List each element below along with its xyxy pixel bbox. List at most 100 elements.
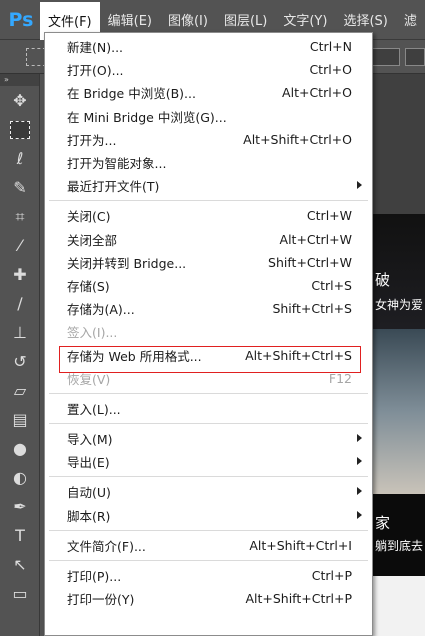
file-menu-item[interactable]: 打开(O)... Ctrl+O: [45, 58, 372, 81]
menu-item-shortcut: Ctrl+N: [309, 39, 352, 55]
menu-item-label: 打印一份(Y): [67, 592, 135, 608]
file-menu-dropdown: 新建(N)... Ctrl+N 打开(O)... Ctrl+O 在 Bridge 中浏览…: [44, 32, 373, 636]
menu-item-label: 导入(M): [67, 432, 113, 448]
file-menu-item[interactable]: 在 Bridge 中浏览(B)... Alt+Ctrl+O: [45, 81, 372, 104]
menu-separator: [49, 392, 368, 394]
file-menu-item[interactable]: 导入(M): [45, 427, 372, 450]
marquee-tool-icon-glyph: [10, 120, 30, 139]
file-menu-item[interactable]: 打开为... Alt+Shift+Ctrl+O: [45, 128, 372, 151]
menu-item-shortcut: Alt+Ctrl+O: [282, 85, 352, 101]
file-menu-item[interactable]: 自动(U): [45, 480, 372, 503]
clone-stamp-tool-icon-glyph: ⊥: [13, 323, 27, 342]
canvas-text-2: 女神为爱: [375, 298, 424, 312]
menu-item-label: 存储(S): [67, 278, 110, 294]
file-menu-item[interactable]: 存储为(A)... Shift+Ctrl+S: [45, 297, 372, 320]
quick-select-tool-icon-glyph: ✎: [13, 178, 27, 197]
file-menu-item[interactable]: 新建(N)... Ctrl+N: [45, 35, 372, 58]
menu-item-label: 签入(I)...: [67, 325, 118, 341]
canvas-background: [372, 74, 425, 214]
menu-item-shortcut: Alt+Shift+Ctrl+S: [245, 347, 352, 363]
menu-item-shortcut: Ctrl+O: [309, 62, 352, 78]
history-brush-tool-icon-glyph: ↺: [13, 352, 27, 371]
menu-item-label: 脚本(R): [67, 508, 111, 524]
blur-tool-icon[interactable]: ●: [0, 434, 40, 463]
tools-panel-collapse[interactable]: »: [0, 74, 39, 86]
menu-item-label: 打开为...: [67, 132, 117, 148]
crop-tool-icon[interactable]: ⌗: [0, 202, 40, 231]
file-menu-item[interactable]: 脚本(R): [45, 504, 372, 527]
photo-white-bottom: [372, 576, 425, 636]
options-field[interactable]: [370, 48, 400, 66]
eraser-tool-icon[interactable]: ▱: [0, 376, 40, 405]
file-menu-item[interactable]: 置入(L)...: [45, 397, 372, 420]
move-tool-icon-glyph: ✥: [13, 91, 27, 110]
menu-item-shortcut: Ctrl+W: [306, 208, 352, 224]
menu-item-label: 在 Bridge 中浏览(B)...: [67, 86, 196, 102]
menu-item-label: 关闭(C): [67, 209, 111, 225]
menu-item-shortcut: Shift+Ctrl+W: [268, 254, 352, 270]
canvas-text-4: 躺到底去: [375, 539, 424, 553]
eyedropper-tool-icon[interactable]: ⁄: [0, 231, 40, 260]
file-menu-item[interactable]: 最近打开文件(T): [45, 174, 372, 197]
file-menu-item[interactable]: 在 Mini Bridge 中浏览(G)...: [45, 105, 372, 128]
eyedropper-tool-icon-glyph: ⁄: [18, 236, 22, 255]
history-brush-tool-icon[interactable]: ↺: [0, 347, 40, 376]
quick-select-tool-icon[interactable]: ✎: [0, 173, 40, 202]
file-menu-item[interactable]: 打印一份(Y) Alt+Shift+Ctrl+P: [45, 587, 372, 610]
brush-tool-icon[interactable]: ∕: [0, 289, 40, 318]
path-select-tool-icon-glyph: ↖: [13, 555, 27, 574]
file-menu-item[interactable]: 存储(S) Ctrl+S: [45, 274, 372, 297]
rectangle-tool-icon[interactable]: ▭: [0, 579, 40, 608]
menu-item-label: 打开(O)...: [67, 63, 124, 79]
photo-portrait: [372, 329, 425, 494]
menu-item-6[interactable]: 滤: [396, 3, 425, 37]
menu-item-shortcut: Ctrl+P: [311, 568, 352, 584]
submenu-arrow-icon: [357, 457, 362, 466]
photo-dark-bottom: [372, 494, 425, 576]
menu-item-shortcut: Alt+Shift+Ctrl+O: [243, 131, 352, 147]
menu-item-shortcut: Shift+Ctrl+S: [272, 301, 352, 317]
menu-item-shortcut: Ctrl+S: [311, 277, 352, 293]
file-menu-item[interactable]: 存储为 Web 所用格式... Alt+Shift+Ctrl+S: [45, 343, 372, 366]
clone-stamp-tool-icon[interactable]: ⊥: [0, 318, 40, 347]
marquee-option-icon[interactable]: [26, 48, 46, 66]
menu-separator: [49, 529, 368, 531]
type-tool-icon[interactable]: T: [0, 521, 40, 550]
lasso-tool-icon[interactable]: ℓ: [0, 144, 40, 173]
menu-item-label: 关闭全部: [67, 232, 118, 248]
file-menu-item[interactable]: 关闭(C) Ctrl+W: [45, 204, 372, 227]
submenu-arrow-icon: [357, 487, 362, 496]
menu-item-label: 存储为(A)...: [67, 302, 135, 318]
menu-item-label: 自动(U): [67, 485, 111, 501]
gradient-tool-icon[interactable]: ▤: [0, 405, 40, 434]
menu-item-shortcut: Alt+Ctrl+W: [279, 231, 352, 247]
dodge-tool-icon[interactable]: ◐: [0, 463, 40, 492]
photoshop-logo: Ps: [8, 8, 34, 31]
crop-tool-icon-glyph: ⌗: [15, 206, 25, 226]
document-canvas[interactable]: 破 女神为爱 家 躺到底去: [372, 74, 425, 636]
pen-tool-icon[interactable]: ✒: [0, 492, 40, 521]
marquee-tool-icon[interactable]: [0, 115, 40, 144]
file-menu-item[interactable]: 关闭全部 Alt+Ctrl+W: [45, 228, 372, 251]
menu-item-label: 文件简介(F)...: [67, 538, 146, 554]
options-field-2[interactable]: [405, 48, 425, 66]
file-menu-item[interactable]: 文件简介(F)... Alt+Shift+Ctrl+I: [45, 534, 372, 557]
blur-tool-icon-glyph: ●: [13, 439, 27, 458]
move-tool-icon[interactable]: ✥: [0, 86, 40, 115]
menu-item-label: 最近打开文件(T): [67, 179, 160, 195]
menu-item-label: 置入(L)...: [67, 401, 121, 417]
file-menu-item[interactable]: 打印(P)... Ctrl+P: [45, 564, 372, 587]
healing-brush-tool-icon[interactable]: ✚: [0, 260, 40, 289]
submenu-arrow-icon: [357, 434, 362, 442]
file-menu-item[interactable]: 导出(E): [45, 450, 372, 473]
path-select-tool-icon[interactable]: ↖: [0, 550, 40, 579]
file-menu-item[interactable]: 打开为智能对象...: [45, 151, 372, 174]
file-menu-item[interactable]: 关闭并转到 Bridge... Shift+Ctrl+W: [45, 251, 372, 274]
canvas-text-1: 破: [375, 271, 391, 289]
menu-item-shortcut: Alt+Shift+Ctrl+I: [249, 537, 352, 553]
pen-tool-icon-glyph: ✒: [13, 497, 27, 516]
rectangle-tool-icon-glyph: ▭: [12, 584, 28, 603]
menu-item-label: 存储为 Web 所用格式...: [67, 348, 202, 364]
menu-separator: [49, 423, 368, 424]
file-menu-item: 签入(I)...: [45, 320, 372, 343]
